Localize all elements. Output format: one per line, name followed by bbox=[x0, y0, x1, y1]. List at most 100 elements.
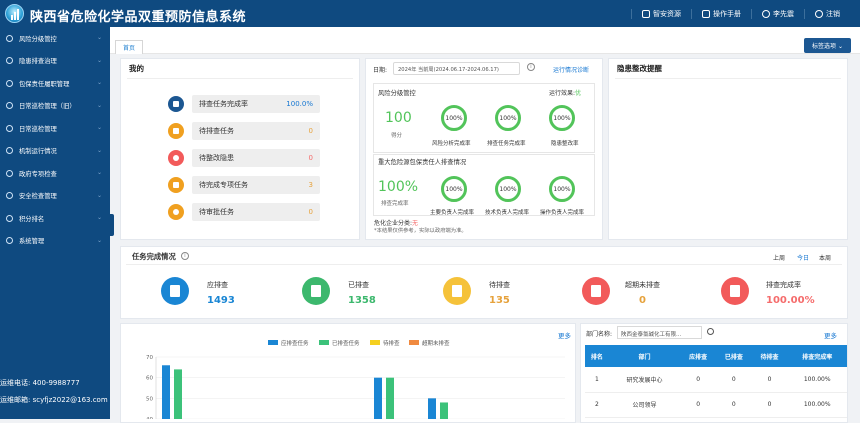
chart-bars bbox=[162, 365, 448, 419]
main-person-label: 主要负责人完成率 bbox=[430, 210, 475, 216]
stat-pending[interactable]: 待排查 135 bbox=[443, 277, 573, 317]
sidebar-item-system[interactable]: 系统管理 ⌄ bbox=[0, 230, 110, 253]
chart-y-axis: 70605040 bbox=[146, 355, 565, 419]
cell-rank: 1 bbox=[585, 367, 609, 393]
major-hazard-title: 重大危险源包保责任人排查情况 bbox=[378, 159, 467, 166]
my-item-value: 3 bbox=[308, 181, 313, 189]
sidebar-item-label: 积分排名 bbox=[19, 215, 45, 223]
sidebar-collapse-handle[interactable] bbox=[110, 214, 114, 236]
dept-table: 排名 部门 应排查 已排查 待排查 排查完成率 1 研究发展中心 0 0 0 1… bbox=[585, 345, 847, 418]
resource-link-label: 智安资源 bbox=[653, 9, 681, 18]
sidebar-item-mechanism[interactable]: 机制运行情况 ⌄ bbox=[0, 140, 110, 163]
top-links: 智安资源 操作手册 李先震 注销 bbox=[631, 0, 850, 27]
dept-filter-select[interactable]: 陕西金泰氯碱化工有限... bbox=[617, 326, 702, 339]
user-link[interactable]: 李先震 bbox=[751, 8, 804, 19]
alert-icon bbox=[168, 150, 184, 166]
tab-home[interactable]: 首页 bbox=[115, 40, 144, 54]
my-item-value: 0 bbox=[308, 154, 313, 162]
diagnosis-link[interactable]: 运行情况诊断 bbox=[553, 65, 589, 74]
sidebar-item-inspection[interactable]: 日常巡检管理 ⌄ bbox=[0, 117, 110, 140]
user-icon bbox=[762, 9, 770, 18]
table-row[interactable]: 2 公司领导 0 0 0 100.00% bbox=[585, 392, 847, 418]
shield-check-icon bbox=[6, 192, 13, 200]
info-icon[interactable]: i bbox=[181, 252, 189, 260]
date-select[interactable]: 2024年 当前周(2024.06.17-2024.06.17) bbox=[393, 62, 520, 75]
my-item-value: 100.0% bbox=[286, 100, 313, 108]
rectify-ring: 100% bbox=[549, 105, 575, 131]
resource-link[interactable]: 智安资源 bbox=[631, 8, 691, 19]
clipboard-check-icon bbox=[302, 277, 330, 305]
sidebar-item-hazard[interactable]: 隐患排查治理 ⌄ bbox=[0, 50, 110, 73]
risk-score: 100 bbox=[385, 110, 412, 126]
table-header-row: 排名 部门 应排查 已排查 待排查 排查完成率 bbox=[585, 345, 847, 367]
clipboard-icon bbox=[6, 102, 13, 110]
sidebar-item-label: 系统管理 bbox=[19, 238, 45, 246]
period-last-week[interactable]: 上周 bbox=[773, 253, 785, 262]
stat-overdue[interactable]: 超期未排查 0 bbox=[582, 277, 712, 317]
my-item-box: 排查任务完成率 100.0% bbox=[192, 95, 320, 113]
risk-analysis-ring: 100% bbox=[441, 105, 467, 131]
task-rate-icon bbox=[168, 96, 184, 112]
col-done: 已排查 bbox=[715, 345, 752, 367]
cell-pending: 0 bbox=[751, 392, 788, 418]
risk-control-title: 风险分级管控 bbox=[378, 90, 416, 97]
legend-label: 待排查 bbox=[383, 339, 400, 347]
app-title: 陕西省危险化学品双重预防信息系统 bbox=[30, 10, 247, 25]
effect-value: 优 bbox=[575, 90, 582, 97]
chevron-down-icon: ⌄ bbox=[96, 34, 102, 41]
sidebar-item-gov-check[interactable]: 政府专项检查 ⌄ bbox=[0, 162, 110, 185]
stat-rate[interactable]: 排查完成率 100.00% bbox=[721, 277, 851, 317]
resource-icon bbox=[642, 9, 650, 18]
risk-score-unit: 得分 bbox=[391, 133, 403, 139]
clipboard-overdue-icon bbox=[582, 277, 610, 305]
my-item-label: 待完成专项任务 bbox=[199, 181, 248, 189]
chart-icon bbox=[721, 277, 749, 305]
my-panel-title-text: 我的 bbox=[129, 64, 144, 73]
my-item-label: 待审批任务 bbox=[199, 208, 234, 216]
tech-person-label: 技术负责人完成率 bbox=[485, 210, 530, 216]
col-rank: 排名 bbox=[585, 345, 609, 367]
table-row[interactable]: 1 研究发展中心 0 0 0 100.00% bbox=[585, 367, 847, 393]
dept-more-link[interactable]: 更多 bbox=[824, 330, 837, 340]
period-today[interactable]: 今日 bbox=[797, 253, 809, 262]
manual-link-label: 操作手册 bbox=[713, 9, 741, 18]
sidebar-item-risk[interactable]: 风险分级管控 ⌄ bbox=[0, 27, 110, 50]
sidebar-item-label: 机制运行情况 bbox=[19, 148, 57, 156]
tab-options-label: 标签选项 bbox=[812, 43, 837, 50]
tab-bar: 首页 标签选项 ⌄ bbox=[110, 27, 860, 54]
legend-label: 超期未排查 bbox=[422, 339, 450, 347]
y-tick-label: 70 bbox=[146, 355, 153, 361]
support-email: 运维邮箱: scyfjz2022@163.com bbox=[0, 396, 108, 404]
manual-link[interactable]: 操作手册 bbox=[691, 8, 751, 19]
period-this-week[interactable]: 本周 bbox=[819, 253, 831, 262]
stat-should-check[interactable]: 应排查 1493 bbox=[161, 277, 291, 317]
my-item-box: 待整改隐患 0 bbox=[192, 149, 320, 167]
cell-rank: 2 bbox=[585, 392, 609, 418]
sidebar-item-label: 包保责任履职管理 bbox=[19, 80, 70, 88]
app-logo-icon bbox=[5, 4, 24, 23]
info-icon[interactable]: i bbox=[527, 63, 535, 71]
top-bar: 陕西省危险化学品双重预防信息系统 智安资源 操作手册 李先震 注销 bbox=[0, 0, 860, 27]
sidebar-item-inspection-old[interactable]: 日常巡检管理（旧） ⌄ bbox=[0, 95, 110, 118]
logout-label: 注销 bbox=[826, 9, 840, 18]
stat-value: 1358 bbox=[348, 295, 376, 306]
sidebar-item-label: 日常巡检管理 bbox=[19, 125, 57, 133]
sidebar-item-label: 风险分级管控 bbox=[19, 35, 57, 43]
chevron-down-icon: ⌄ bbox=[96, 191, 102, 199]
chevron-down-icon: ⌄ bbox=[96, 56, 102, 64]
legend-swatch bbox=[319, 340, 329, 345]
tab-options-button[interactable]: 标签选项 ⌄ bbox=[804, 38, 851, 53]
legend-label: 应排查任务 bbox=[281, 339, 309, 347]
cell-pending: 0 bbox=[751, 367, 788, 393]
search-icon[interactable] bbox=[707, 328, 714, 335]
chevron-down-icon: ⌄ bbox=[96, 124, 102, 131]
bar bbox=[440, 402, 448, 419]
sidebar-item-ranking[interactable]: 积分排名 ⌄ bbox=[0, 207, 110, 230]
dept-filter-value: 陕西金泰氯碱化工有限... bbox=[621, 332, 682, 338]
sidebar-item-responsibility[interactable]: 包保责任履职管理 ⌄ bbox=[0, 72, 110, 95]
sidebar-item-safety-check[interactable]: 安全检查管理 ⌄ bbox=[0, 185, 110, 208]
stat-checked[interactable]: 已排查 1358 bbox=[302, 277, 432, 317]
task-completion-title: 任务完成情况 bbox=[132, 252, 176, 261]
clipboard-pending-icon bbox=[443, 277, 471, 305]
logout-link[interactable]: 注销 bbox=[804, 8, 850, 19]
